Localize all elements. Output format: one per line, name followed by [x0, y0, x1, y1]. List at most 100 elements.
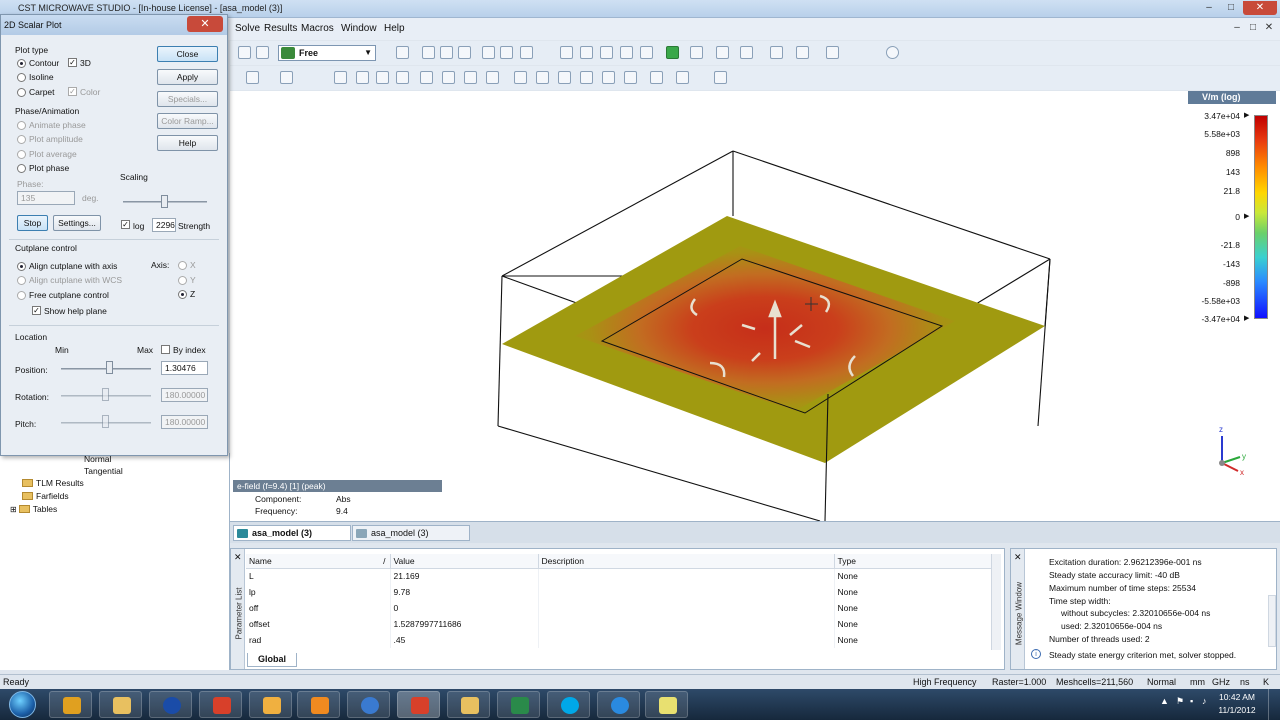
strength-input[interactable]: 2296: [152, 218, 176, 232]
transform-icon[interactable]: [740, 46, 753, 59]
solver-icon[interactable]: [666, 46, 679, 59]
tree-item-tlm-results[interactable]: TLM Results: [22, 478, 84, 488]
view-top-icon[interactable]: [558, 71, 571, 84]
rotation-input[interactable]: 180.00000: [161, 388, 208, 402]
tab-asa-model-active[interactable]: asa_model (3): [233, 525, 351, 541]
align-wcs-radio[interactable]: [17, 276, 26, 285]
param-value[interactable]: 0: [390, 600, 539, 616]
pan-icon[interactable]: [440, 46, 453, 59]
light-icon[interactable]: [676, 71, 689, 84]
view-mode-select[interactable]: Free ▼: [278, 45, 376, 61]
wcs-icon[interactable]: [334, 71, 347, 84]
view-left-icon[interactable]: [602, 71, 615, 84]
log-checkbox[interactable]: ✓: [121, 220, 130, 229]
close-window-button[interactable]: ✕: [1243, 1, 1277, 15]
param-description[interactable]: [538, 568, 835, 584]
contour-radio[interactable]: [17, 59, 26, 68]
column-description[interactable]: Description: [538, 554, 835, 569]
3d-viewport[interactable]: z y x: [230, 91, 1280, 522]
inner-close-button[interactable]: ✕: [1262, 21, 1276, 35]
column-type[interactable]: Type: [834, 554, 992, 569]
table-row[interactable]: L 21.169 None: [246, 568, 992, 584]
view-right-icon[interactable]: [624, 71, 637, 84]
volume-icon[interactable]: ♪: [1202, 696, 1212, 706]
tab-asa-model[interactable]: asa_model (3): [352, 525, 470, 541]
param-value[interactable]: 21.169: [390, 568, 539, 584]
tray-app-icon[interactable]: ▪: [1190, 696, 1200, 706]
mesh-icon[interactable]: [690, 46, 703, 59]
taskbar-notes[interactable]: [645, 691, 688, 718]
column-value[interactable]: Value: [390, 554, 539, 569]
snap-icon[interactable]: [376, 71, 389, 84]
plot-average-radio[interactable]: [17, 150, 26, 159]
inner-minimize-button[interactable]: –: [1230, 21, 1244, 35]
select-icon[interactable]: [246, 71, 259, 84]
pitch-slider-thumb[interactable]: [102, 415, 109, 428]
taskbar-folder[interactable]: [447, 691, 490, 718]
dialog-title-bar[interactable]: 2D Scalar Plot ✕: [1, 15, 227, 35]
scissors-icon[interactable]: [770, 46, 783, 59]
open-icon[interactable]: [238, 46, 251, 59]
align-icon[interactable]: [280, 71, 293, 84]
settings-button[interactable]: Settings...: [53, 215, 101, 231]
help-button[interactable]: Help: [157, 135, 218, 151]
plane-icon[interactable]: [442, 71, 455, 84]
by-index-checkbox[interactable]: [161, 345, 170, 354]
tray-arrow-icon[interactable]: ▲: [1160, 696, 1170, 706]
taskbar-security-app[interactable]: [49, 691, 92, 718]
show-help-plane-checkbox[interactable]: ✓: [32, 306, 41, 315]
rotate-icon[interactable]: [422, 46, 435, 59]
render-icon[interactable]: [714, 71, 727, 84]
position-slider-thumb[interactable]: [106, 361, 113, 374]
close-icon[interactable]: ✕: [234, 552, 242, 563]
message-scrollbar[interactable]: [1268, 595, 1276, 647]
tree-item-farfields[interactable]: Farfields: [22, 491, 69, 501]
grid-icon[interactable]: [396, 71, 409, 84]
stop-button[interactable]: Stop: [17, 215, 48, 231]
taskbar-media[interactable]: [297, 691, 340, 718]
camera-icon[interactable]: [650, 71, 663, 84]
view-back-icon[interactable]: [536, 71, 549, 84]
table-row[interactable]: lp 9.78 None: [246, 584, 992, 600]
taskbar-media-player[interactable]: [149, 691, 192, 718]
taskbar-excel[interactable]: [497, 691, 540, 718]
axis-z-radio[interactable]: [178, 290, 187, 299]
table-row[interactable]: offset 1.5287997711686 None: [246, 616, 992, 632]
boolean-subtract-icon[interactable]: [640, 46, 653, 59]
menu-window[interactable]: Window: [341, 23, 377, 34]
table-row[interactable]: rad .45 None: [246, 632, 992, 648]
3d-checkbox[interactable]: ✓: [68, 58, 77, 67]
table-row[interactable]: off 0 None: [246, 600, 992, 616]
param-description[interactable]: [538, 600, 835, 616]
extrude-icon[interactable]: [560, 46, 573, 59]
sphere-icon[interactable]: [520, 46, 533, 59]
taskbar-app-folder[interactable]: [249, 691, 292, 718]
menu-solve[interactable]: Solve: [235, 23, 260, 34]
minimize-button[interactable]: –: [1198, 1, 1220, 15]
param-description[interactable]: [538, 632, 835, 648]
align-axis-radio[interactable]: [17, 262, 26, 271]
maximize-button[interactable]: □: [1220, 1, 1242, 15]
measure-icon[interactable]: [716, 46, 729, 59]
fit-icon[interactable]: [458, 46, 471, 59]
isoline-radio[interactable]: [17, 73, 26, 82]
specials-button[interactable]: Specials...: [157, 91, 218, 107]
param-value[interactable]: 9.78: [390, 584, 539, 600]
param-value[interactable]: .45: [390, 632, 539, 648]
color-checkbox[interactable]: ✓: [68, 87, 77, 96]
search-icon[interactable]: [886, 46, 899, 59]
boolean-add-icon[interactable]: [620, 46, 633, 59]
tree-item-tangential[interactable]: Tangential: [84, 466, 123, 476]
expand-icon[interactable]: ⊞: [10, 505, 17, 514]
taskbar-browser[interactable]: [597, 691, 640, 718]
view-bottom-icon[interactable]: [580, 71, 593, 84]
menu-results[interactable]: Results: [264, 23, 297, 34]
pick-edge-icon[interactable]: [486, 71, 499, 84]
free-cutplane-radio[interactable]: [17, 291, 26, 300]
plot-amplitude-radio[interactable]: [17, 135, 26, 144]
view-front-icon[interactable]: [514, 71, 527, 84]
taskbar-skype[interactable]: [547, 691, 590, 718]
phase-input[interactable]: 135: [17, 191, 75, 205]
menu-macros[interactable]: Macros: [301, 23, 334, 34]
clock-time[interactable]: 10:42 AM: [1212, 692, 1262, 702]
